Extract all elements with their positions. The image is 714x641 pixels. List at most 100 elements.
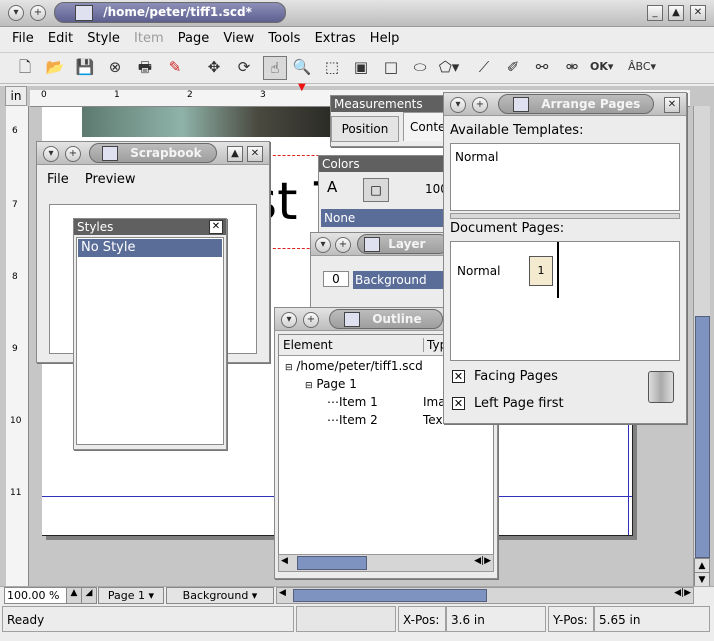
scrapbook-menu-button[interactable]: ▾ (43, 146, 59, 162)
layer-selector[interactable]: Background ▾ (166, 587, 274, 604)
line-icon[interactable]: ⟋ (473, 56, 495, 78)
arrange-sticky-button[interactable]: + (472, 97, 488, 113)
maximize-button[interactable]: ▲ (668, 5, 684, 21)
ok-icon[interactable]: OK▾ (590, 56, 613, 78)
collapse-icon[interactable]: ⊟ (305, 381, 313, 391)
outline-scroll-thumb[interactable] (297, 556, 367, 570)
collapse-icon[interactable]: ⊟ (285, 363, 293, 373)
image-frame[interactable] (82, 107, 332, 137)
page-selector[interactable]: Page 1 ▾ (98, 587, 164, 604)
layer-name[interactable]: Background (353, 271, 447, 289)
outline-scroll-left[interactable]: ◀ (281, 556, 288, 566)
menu-file[interactable]: File (12, 31, 34, 46)
menu-style[interactable]: Style (87, 31, 120, 46)
outline-row-item1[interactable]: ⋯Item 1 (327, 395, 378, 409)
hscroll-thumb[interactable] (293, 589, 487, 602)
menu-extras[interactable]: Extras (315, 31, 356, 46)
menu-edit[interactable]: Edit (48, 31, 73, 46)
page-thumbnail-icon[interactable]: 1 (529, 256, 553, 286)
outline-col-element[interactable]: Element (283, 338, 333, 352)
colors-panel: Colors A □ 100 None (318, 155, 448, 235)
window-menu-button[interactable]: ▾ (8, 5, 24, 21)
pdf-icon[interactable]: ✎ (164, 56, 186, 78)
layers-title: Layer (388, 237, 426, 251)
rectangle-icon[interactable]: □ (380, 56, 402, 78)
arrange-menu-button[interactable]: ▾ (450, 97, 466, 113)
zoom-in-icon[interactable]: ◢ (81, 587, 97, 604)
zoom-icon[interactable]: 🔍 (291, 56, 313, 78)
bezier-icon[interactable]: ✐ (502, 56, 524, 78)
zoom-out-icon[interactable]: ▲ (66, 587, 82, 604)
zoom-field[interactable]: 100.00 % (4, 587, 68, 604)
unlink-frames-icon[interactable]: ⚮ (561, 56, 583, 78)
style-item-no-style[interactable]: No Style (78, 239, 222, 257)
xpos-value: 3.6 in (446, 606, 546, 632)
ruler-v-6: 6 (12, 126, 18, 136)
outline-row-doc[interactable]: ⊟ /home/peter/tiff1.scd (285, 359, 423, 373)
outline-menu-button[interactable]: ▾ (281, 312, 297, 328)
hscroll-left[interactable]: ◀ (279, 588, 286, 598)
trash-icon[interactable] (648, 371, 674, 403)
move-icon[interactable]: ✥ (203, 56, 225, 78)
horizontal-scrollbar[interactable]: ◀ ◀|▶ (276, 587, 694, 604)
color-list-item-none[interactable]: None (321, 209, 446, 227)
document-pages-area[interactable]: Normal 1 (450, 241, 680, 361)
close-button[interactable]: ✕ (690, 5, 706, 21)
menu-help[interactable]: Help (370, 31, 400, 46)
image-frame-icon[interactable]: ▣ (350, 56, 372, 78)
ellipse-icon[interactable]: ⬭ (409, 56, 431, 78)
save-icon[interactable]: 💾 (74, 56, 96, 78)
styles-panel: Styles ✕ No Style (73, 218, 227, 450)
layers-menu-button[interactable]: ▾ (315, 237, 331, 253)
outline-scroll-right[interactable]: ◀|▶ (474, 556, 491, 566)
menu-tools[interactable]: Tools (268, 31, 300, 46)
scrapbook-maximize-button[interactable]: ▲ (227, 146, 243, 162)
templates-list[interactable]: Normal (450, 143, 680, 211)
arrange-close-button[interactable]: ✕ (664, 97, 680, 113)
scrapbook-sticky-button[interactable]: + (65, 146, 81, 162)
facing-pages-checkbox[interactable]: ✕ (452, 370, 465, 383)
template-normal[interactable]: Normal (455, 150, 498, 164)
hscroll-right[interactable]: ◀|▶ (674, 588, 691, 598)
vscroll-thumb[interactable] (695, 316, 710, 558)
left-page-first-checkbox[interactable]: ✕ (452, 397, 465, 410)
outline-row-item2[interactable]: ⋯Item 2 (327, 413, 378, 427)
scrapbook-menu-preview[interactable]: Preview (85, 172, 136, 187)
layers-panel: ▾ + Layer 0 Background (310, 232, 449, 314)
edit-contents-icon[interactable]: ☝ (263, 56, 287, 80)
splitter[interactable] (450, 213, 680, 219)
vertical-scrollbar[interactable] (693, 106, 710, 586)
unit-button[interactable]: in (5, 86, 27, 106)
menubar: File Edit Style Item Page View Tools Ext… (12, 31, 409, 49)
close-doc-icon[interactable]: ⊗ (104, 56, 126, 78)
new-document-icon[interactable]: 🗋 (14, 56, 36, 78)
fill-color-button[interactable]: □ (363, 178, 389, 202)
scrapbook-titlebar: ▾ + Scrapbook ▲ ✕ (37, 142, 269, 165)
outline-row-item2-type: Tex (423, 413, 443, 427)
outline-hscrollbar[interactable]: ◀ ◀|▶ (278, 554, 494, 572)
link-frames-icon[interactable]: ⚯ (531, 56, 553, 78)
outline-sticky-button[interactable]: + (303, 312, 319, 328)
rotate-icon[interactable]: ⟳ (233, 56, 255, 78)
window-sticky-button[interactable]: + (30, 5, 46, 21)
menu-view[interactable]: View (223, 31, 254, 46)
styles-close-icon[interactable]: ✕ (209, 220, 223, 234)
scrapbook-menu-file[interactable]: File (47, 172, 69, 187)
menu-item[interactable]: Item (134, 31, 164, 46)
outline-row-label: Page 1 (316, 377, 357, 391)
polygon-icon[interactable]: ⬠▾ (438, 56, 460, 78)
outline-row-label: /home/peter/tiff1.scd (296, 359, 423, 373)
spellcheck-icon[interactable]: ÂBC▾ (626, 56, 658, 78)
print-icon[interactable]: 🖶 (134, 56, 156, 78)
stroke-color-icon[interactable]: A (327, 178, 337, 196)
open-folder-icon[interactable]: 📂 (44, 56, 66, 78)
scrapbook-close-button[interactable]: ✕ (247, 146, 263, 162)
tab-position[interactable]: Position (331, 116, 399, 142)
text-frame-icon[interactable]: ⬚ (321, 56, 343, 78)
layers-titlebar: ▾ + Layer (311, 233, 449, 256)
layers-sticky-button[interactable]: + (335, 237, 351, 253)
outline-row-page[interactable]: ⊟ Page 1 (305, 377, 357, 391)
minimize-button[interactable]: _ (647, 5, 663, 21)
ruler-v-8: 8 (12, 272, 18, 282)
menu-page[interactable]: Page (178, 31, 209, 46)
